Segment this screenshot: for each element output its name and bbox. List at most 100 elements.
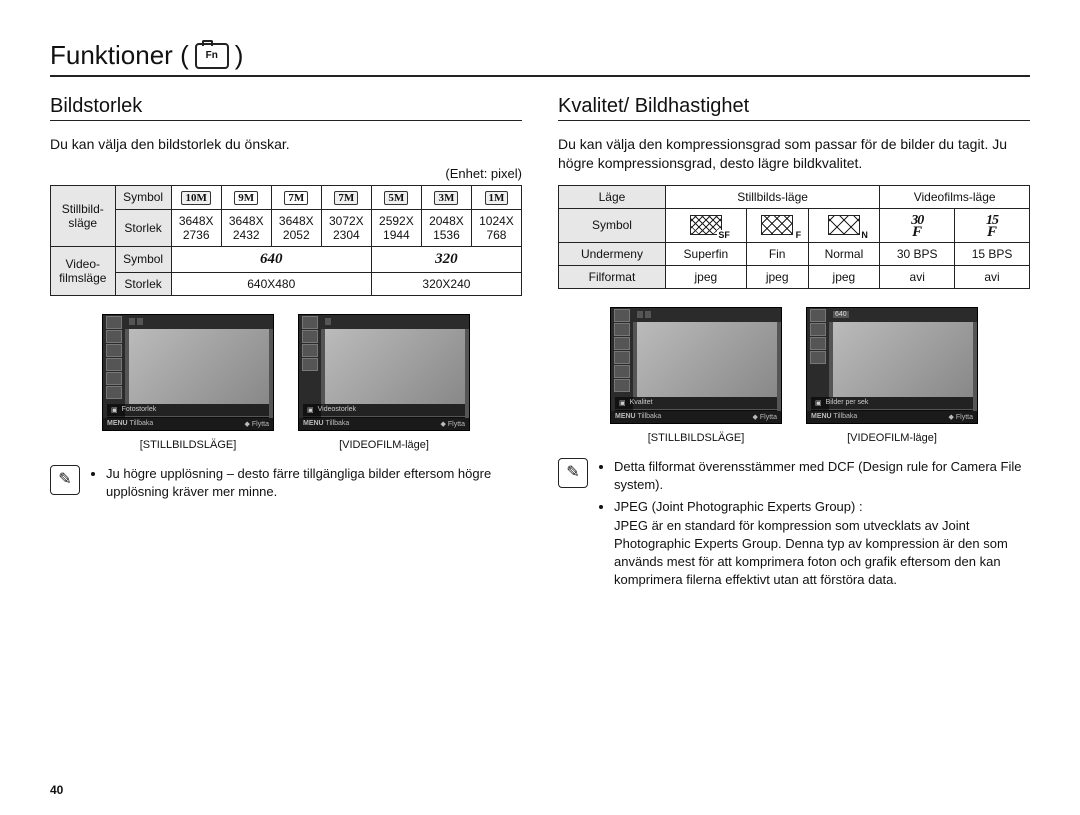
lcd-menu-bar: ▣Kvalitet [615, 397, 777, 409]
still-symbol-cell: 7M [321, 185, 371, 209]
right-column: Kvalitet/ Bildhastighet Du kan välja den… [558, 95, 1030, 593]
row-symbol-label: Symbol [115, 185, 171, 209]
video-size-icon-320: 320 [435, 251, 458, 267]
intro-text: Du kan välja den bildstorlek du önskar. [50, 135, 522, 154]
size-cell: 3072X 2304 [321, 209, 371, 246]
section-rule [558, 120, 1030, 121]
quality-icon-fine: F [761, 215, 793, 235]
lcd-photo-area [833, 322, 973, 397]
size-cell: 2048X 1536 [421, 209, 471, 246]
lcd-preview-quality-video: 640 ▣Bilder per sek 303015 MENU Tillbaka… [806, 307, 978, 444]
lcd-preview-still: ▣Fotostorlek 10M 10M 9M 7M 7M 5M 3M 1M M… [102, 314, 274, 451]
lcd-top-icons [321, 315, 469, 329]
size-icon-9m: 9M [234, 191, 258, 205]
quality-symbol-cell: SF [665, 208, 746, 242]
lcd-nav-row: MENU Tillbaka ◆ Flytta [103, 418, 273, 430]
format-cell: avi [880, 265, 955, 288]
row-size-label: Storlek [115, 272, 171, 295]
note-icon: ✎ [50, 465, 80, 495]
still-symbol-cell: 5M [371, 185, 421, 209]
still-symbol-cell: 9M [221, 185, 271, 209]
title-rule [50, 75, 1030, 77]
framerate-icon-15: 15F [986, 215, 998, 238]
lcd-menu-bar: ▣Fotostorlek [107, 404, 269, 416]
quality-table: Läge Stillbilds-läge Videofilms-läge Sym… [558, 185, 1030, 289]
lcd-menu-bar: ▣Videostorlek [303, 404, 465, 416]
image-size-table: Stillbild- släge Symbol 10M 9M 7M 7M 5M … [50, 185, 522, 296]
submenu-cell: Superfin [665, 242, 746, 265]
row-symbol-label: Symbol [115, 246, 171, 272]
intro-text: Du kan välja den kompressionsgrad som pa… [558, 135, 1030, 173]
size-cell: 3648X 2052 [271, 209, 321, 246]
size-cell: 1024X 768 [471, 209, 521, 246]
note-text: JPEG (Joint Photographic Experts Group) … [614, 498, 1030, 589]
quality-symbol-cell: 30F [880, 208, 955, 242]
lcd-preview-video: ▣Videostorlek 640 640 320 MENU Tillbaka … [298, 314, 470, 451]
mode-still: Stillbilds-läge [665, 185, 879, 208]
size-icon-7m: 7M [334, 191, 358, 205]
lcd-nav-row: MENU Tillbaka ◆ Flytta [807, 411, 977, 423]
lcd-preview-quality-still: ▣Kvalitet ▧▧▧▧ MENU Tillbaka ◆ Flytta [S… [610, 307, 782, 444]
video-size-cell: 640X480 [171, 272, 371, 295]
submenu-cell: Normal [808, 242, 880, 265]
lcd-menu-bar: ▣Bilder per sek [811, 397, 973, 409]
video-mode-label: Video- filmsläge [51, 246, 116, 295]
row-mode-label: Läge [559, 185, 666, 208]
submenu-cell: 30 BPS [880, 242, 955, 265]
size-icon-7m-wide: 7M [284, 191, 308, 205]
format-cell: jpeg [746, 265, 808, 288]
title-close-paren: ) [235, 40, 244, 71]
unit-label: (Enhet: pixel) [50, 166, 522, 181]
row-symbol-label: Symbol [559, 208, 666, 242]
note-subtext: JPEG är en standard för kompression som … [614, 517, 1030, 590]
quality-symbol-cell: F [746, 208, 808, 242]
lcd-nav-row: MENU Tillbaka ◆ Flytta [611, 411, 781, 423]
left-column: Bildstorlek Du kan välja den bildstorlek… [50, 95, 522, 593]
lcd-caption: [STILLBILDSLÄGE] [102, 439, 274, 451]
row-format-label: Filformat [559, 265, 666, 288]
lcd-top-icons [633, 308, 781, 322]
still-symbol-cell: 3M [421, 185, 471, 209]
page-title: Funktioner ( Fn ) [50, 40, 1030, 71]
quality-icon-normal: N [828, 215, 860, 235]
note-text: Detta filformat överensstämmer med DCF (… [614, 458, 1030, 494]
page-number: 40 [50, 783, 63, 797]
row-size-label: Storlek [115, 209, 171, 246]
note-icon: ✎ [558, 458, 588, 488]
lcd-photo-area [637, 322, 777, 397]
size-icon-3m: 3M [434, 191, 458, 205]
section-heading-quality: Kvalitet/ Bildhastighet [558, 95, 1030, 118]
size-cell: 3648X 2432 [221, 209, 271, 246]
size-icon-1m: 1M [485, 191, 509, 205]
note-block: ✎ Ju högre upplösning – desto färre till… [50, 465, 522, 505]
still-mode-label: Stillbild- släge [51, 185, 116, 246]
note-block: ✎ Detta filformat överensstämmer med DCF… [558, 458, 1030, 593]
size-cell: 2592X 1944 [371, 209, 421, 246]
still-symbol-cell: 10M [171, 185, 221, 209]
submenu-cell: Fin [746, 242, 808, 265]
lcd-caption: [VIDEOFILM-läge] [806, 432, 978, 444]
title-text: Funktioner ( [50, 40, 189, 71]
video-size-cell: 320X240 [371, 272, 521, 295]
quality-symbol-cell: N [808, 208, 880, 242]
quality-icon-superfine: SF [690, 215, 722, 235]
lcd-caption: [VIDEOFILM-läge] [298, 439, 470, 451]
size-icon-10m: 10M [181, 191, 210, 205]
size-cell: 3648X 2736 [171, 209, 221, 246]
format-cell: jpeg [808, 265, 880, 288]
format-cell: jpeg [665, 265, 746, 288]
lcd-photo-area [129, 329, 269, 404]
video-size-icon-640: 640 [260, 251, 283, 267]
lcd-top-icons [125, 315, 273, 329]
framerate-icon-30: 30F [911, 215, 923, 238]
mode-video: Videofilms-läge [880, 185, 1030, 208]
section-heading-size: Bildstorlek [50, 95, 522, 118]
note-text: Ju högre upplösning – desto färre tillgä… [106, 465, 522, 501]
still-symbol-cell: 7M [271, 185, 321, 209]
lcd-top-icons: 640 [829, 308, 977, 322]
video-symbol-cell: 640 [171, 246, 371, 272]
lcd-photo-area [325, 329, 465, 404]
size-icon-5m: 5M [384, 191, 408, 205]
lcd-caption: [STILLBILDSLÄGE] [610, 432, 782, 444]
lcd-nav-row: MENU Tillbaka ◆ Flytta [299, 418, 469, 430]
